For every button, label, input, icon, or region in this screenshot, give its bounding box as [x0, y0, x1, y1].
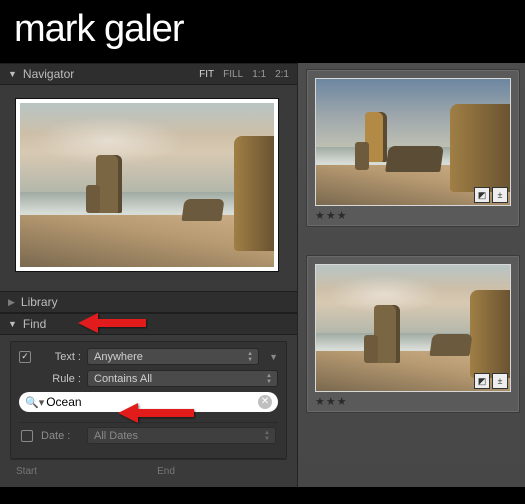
zoom-2to1[interactable]: 2:1	[275, 69, 289, 80]
rule-select[interactable]: Contains All ▲▼	[87, 370, 278, 387]
text-label: Text :	[37, 351, 81, 363]
start-label: Start	[16, 466, 37, 477]
grid-cell[interactable]: ◩ ± ★★★	[306, 69, 520, 227]
find-title: Find	[23, 317, 289, 331]
grid-cell[interactable]: ◩ ± ★★★	[306, 255, 520, 413]
navigator-header[interactable]: ▼ Navigator FIT FILL 1:1 2:1	[0, 63, 297, 85]
text-filter-checkbox[interactable]	[19, 351, 31, 363]
zoom-1to1[interactable]: 1:1	[252, 69, 266, 80]
rating-stars[interactable]: ★★★	[315, 209, 348, 222]
date-select[interactable]: All Dates ▲▼	[87, 427, 276, 444]
zoom-fit[interactable]: FIT	[199, 69, 214, 80]
end-label: End	[157, 466, 175, 477]
collapse-triangle-icon: ▼	[8, 319, 17, 329]
search-input[interactable]	[46, 395, 258, 409]
zoom-fill[interactable]: FILL	[223, 69, 243, 80]
library-header[interactable]: ▶ Library	[0, 291, 297, 313]
navigator-body	[0, 85, 297, 291]
text-scope-select[interactable]: Anywhere ▲▼	[87, 348, 259, 365]
select-updown-icon: ▲▼	[262, 430, 272, 441]
brand-title: mark galer	[0, 0, 525, 63]
thumbnail-image[interactable]: ◩ ±	[315, 78, 511, 206]
thumbnail-image[interactable]: ◩ ±	[315, 264, 511, 392]
search-field-wrap: 🔍▾ ✕	[19, 392, 278, 412]
grid-area: ◩ ± ★★★ ◩ ± ★★★	[298, 63, 525, 487]
left-panel: ▼ Navigator FIT FILL 1:1 2:1 ▶ Library	[0, 63, 298, 487]
collapse-triangle-icon: ▼	[8, 69, 17, 79]
rule-label: Rule :	[37, 373, 81, 385]
find-header[interactable]: ▼ Find	[0, 313, 297, 335]
clear-search-icon[interactable]: ✕	[258, 395, 272, 409]
options-triangle-icon[interactable]: ▼	[269, 352, 278, 362]
crop-badge-icon[interactable]: ◩	[474, 373, 490, 389]
select-updown-icon: ▲▼	[264, 373, 274, 384]
library-title: Library	[21, 295, 289, 309]
search-icon: 🔍▾	[25, 396, 44, 409]
find-body: Text : Anywhere ▲▼ ▼ Rule : Contains All…	[0, 335, 297, 487]
select-updown-icon: ▲▼	[245, 351, 255, 362]
date-filter-checkbox[interactable]	[21, 430, 33, 442]
rating-stars[interactable]: ★★★	[315, 395, 348, 408]
expand-triangle-icon: ▶	[8, 297, 15, 308]
adjust-badge-icon[interactable]: ±	[492, 187, 508, 203]
crop-badge-icon[interactable]: ◩	[474, 187, 490, 203]
adjust-badge-icon[interactable]: ±	[492, 373, 508, 389]
date-label: Date :	[41, 430, 79, 442]
navigator-title: Navigator	[23, 67, 199, 81]
navigator-preview-image[interactable]	[16, 99, 278, 271]
